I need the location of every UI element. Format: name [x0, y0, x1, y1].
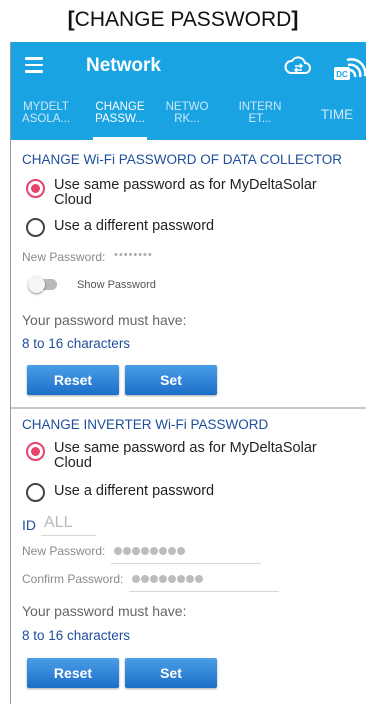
tab-label: TIME [320, 107, 354, 122]
collector-requirement-length: 8 to 16 characters [22, 336, 131, 351]
radio-selected-icon[interactable] [26, 442, 45, 461]
radio-selected-icon[interactable] [26, 179, 45, 198]
data-collector-wifi-icon[interactable]: DC [333, 50, 366, 84]
new-password-underline [111, 563, 261, 564]
show-password-toggle[interactable] [28, 276, 58, 293]
tab-mydeltasolar[interactable]: MYDELT ASOLA... [11, 92, 81, 140]
collector-set-button[interactable]: Set [125, 365, 217, 395]
collector-new-password-input[interactable]: •••••••• [114, 249, 153, 261]
inverter-id-select[interactable]: ALL [44, 514, 72, 532]
inverter-section-title: CHANGE INVERTER Wi-Fi PASSWORD [22, 417, 269, 432]
option-label: Use a different password [54, 218, 215, 234]
tab-change-password[interactable]: CHANGE PASSW... [87, 92, 153, 140]
tab-bar: MYDELT ASOLA... CHANGE PASSW... NETWO RK… [11, 92, 366, 140]
inverter-new-password-label: New Password: [22, 544, 106, 558]
screen-caption: [CHANGE PASSWORD] [0, 0, 366, 40]
caption-text: CHANGE PASSWORD [74, 8, 292, 31]
inverter-confirm-password-label: Confirm Password: [22, 572, 124, 586]
inverter-id-label: ID [22, 517, 36, 533]
inverter-confirm-password-input[interactable] [132, 573, 204, 585]
tab-label-line2: PASSW... [95, 113, 145, 125]
collector-option-different-password[interactable]: Use a different password [26, 217, 346, 241]
active-tab-indicator [93, 137, 147, 140]
collector-option-same-password[interactable]: Use same password as for MyDeltaSolar Cl… [26, 178, 346, 208]
radio-unselected-icon[interactable] [26, 483, 45, 502]
collector-new-password-label: New Password: [22, 250, 106, 264]
option-label-line1: Use same password as for MyDeltaSolar [54, 177, 317, 193]
cloud-sync-icon[interactable] [283, 54, 313, 78]
caption-bracket-open: [ [67, 8, 75, 31]
option-label: Use same password as for MyDeltaSolar Cl… [54, 178, 344, 208]
section-divider [11, 407, 366, 409]
option-label: Use same password as for MyDeltaSolar Cl… [54, 441, 344, 471]
inverter-reset-button[interactable]: Reset [27, 658, 119, 688]
tab-label-line1: NETWO [165, 101, 209, 113]
inverter-requirements-heading: Your password must have: [22, 603, 187, 619]
option-label-line2: Cloud [54, 192, 92, 208]
inverter-new-password-input[interactable] [114, 545, 186, 557]
tab-time[interactable]: TIME [311, 92, 363, 140]
app-title: Network [86, 55, 161, 76]
show-password-label: Show Password [77, 279, 156, 291]
tab-label-line2: RK... [174, 113, 200, 125]
collector-requirements-heading: Your password must have: [22, 312, 187, 328]
collector-section-title: CHANGE Wi-Fi PASSWORD OF DATA COLLECTOR [22, 152, 343, 167]
tab-label-line2: ET... [248, 113, 272, 125]
caption-bracket-close: ] [291, 8, 299, 31]
collector-reset-button[interactable]: Reset [27, 365, 119, 395]
phone-screen: Network DC MYDELT ASOLA... CHANGE PASSW.… [10, 42, 366, 704]
confirm-password-underline [129, 591, 279, 592]
tab-label-line1: MYDELT [23, 101, 69, 113]
inverter-option-different-password[interactable]: Use a different password [26, 482, 346, 506]
tab-network[interactable]: NETWO RK... [159, 92, 215, 140]
tab-label-line1: INTERN [238, 101, 282, 113]
radio-unselected-icon[interactable] [26, 218, 45, 237]
option-label: Use a different password [54, 483, 215, 499]
id-underline [41, 535, 96, 536]
inverter-set-button[interactable]: Set [125, 658, 217, 688]
toggle-thumb [28, 276, 45, 293]
tab-internet[interactable]: INTERN ET... [229, 92, 291, 140]
option-label-line1: Use same password as for MyDeltaSolar [54, 440, 317, 456]
tab-label-line2: ASOLA... [22, 113, 70, 125]
inverter-requirement-length: 8 to 16 characters [22, 628, 131, 643]
inverter-option-same-password[interactable]: Use same password as for MyDeltaSolar Cl… [26, 441, 346, 471]
tab-label-line1: CHANGE [95, 101, 145, 113]
hamburger-menu-icon[interactable] [25, 57, 43, 73]
option-label-line2: Cloud [54, 455, 92, 471]
app-bar: Network DC [11, 42, 366, 92]
dc-badge-text: DC [336, 70, 348, 79]
